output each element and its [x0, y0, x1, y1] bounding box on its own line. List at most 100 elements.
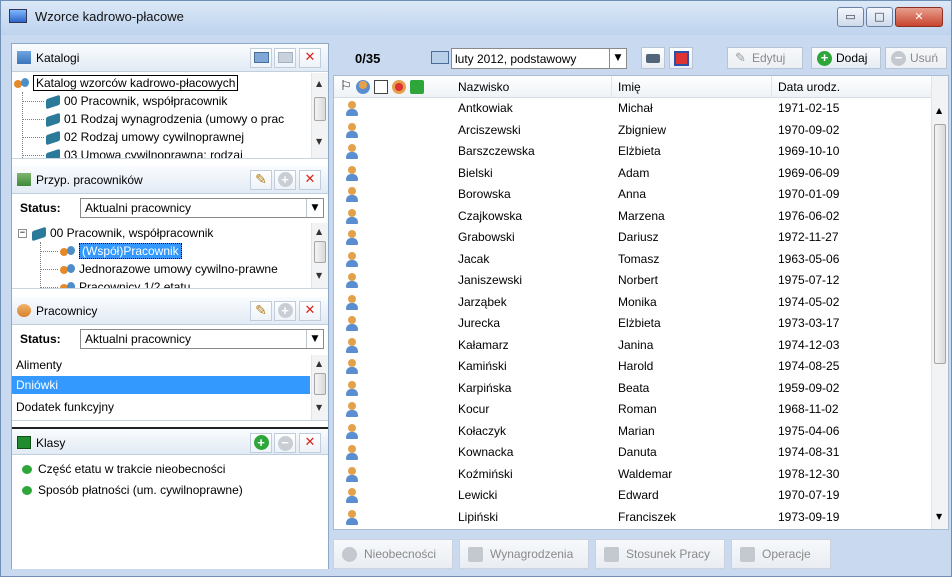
pracownicy-status-select[interactable]: Aktualni pracownicy ▼ [80, 329, 324, 349]
tree-root[interactable]: 00 Pracownik, współpracownik [32, 224, 213, 242]
employees-grid[interactable]: ⚐ Nazwisko Imię Data urodz. Antkowiak Mic… [333, 75, 949, 530]
cell-surname: Jarząbek [458, 294, 507, 309]
katalogi-tree[interactable]: Katalog wzorców kadrowo-płacowych 00 Pra… [12, 73, 328, 159]
chevron-down-icon[interactable]: ▼ [609, 49, 626, 68]
list-item[interactable]: Dodatek funkcyjny [12, 398, 310, 416]
document-icon[interactable] [374, 80, 388, 94]
tree-item[interactable]: 03 Umowa cywilnoprawna: rodzaj [46, 146, 243, 158]
scroll-down-arrow-icon[interactable]: ▼ [936, 512, 942, 521]
salaries-button[interactable]: Wynagrodzenia [459, 539, 589, 569]
scroll-thumb[interactable] [314, 97, 326, 121]
table-row[interactable]: Kałamarz Janina 1974-12-03 [334, 336, 933, 355]
absences-button[interactable]: Nieobecności [333, 539, 453, 569]
table-row[interactable]: Lipiński Franciszek 1973-09-19 [334, 508, 933, 527]
tree-item[interactable]: 00 Pracownik, współpracownik [46, 92, 227, 110]
table-row[interactable]: Jacak Tomasz 1963-05-06 [334, 250, 933, 269]
export-icon[interactable] [669, 47, 693, 69]
delete-catalog-button[interactable]: ✕ [299, 48, 321, 68]
maximize-button[interactable]: □ [866, 7, 893, 27]
table-row[interactable]: Arciszewski Zbigniew 1970-09-02 [334, 121, 933, 140]
add-plus-icon[interactable]: + [274, 301, 296, 321]
przyp-status-select[interactable]: Aktualni pracownicy ▼ [80, 198, 324, 218]
employment-button[interactable]: Stosunek Pracy [595, 539, 725, 569]
scroll-up-arrow-icon[interactable]: ▲ [936, 106, 942, 115]
close-button[interactable]: ✕ [895, 7, 943, 27]
title-bar[interactable]: Wzorce kadrowo-płacowe ▭ □ ✕ [1, 1, 951, 35]
remove-class-icon[interactable]: − [274, 433, 296, 453]
add-folder-button[interactable] [250, 48, 272, 68]
chevron-down-icon[interactable]: ▼ [306, 330, 323, 348]
scroll-up-arrow-icon[interactable]: ▲ [316, 79, 322, 88]
table-row[interactable]: Jarząbek Monika 1974-05-02 [334, 293, 933, 312]
table-row[interactable]: Kownacka Danuta 1974-08-31 [334, 443, 933, 462]
table-row[interactable]: Kamiński Harold 1974-08-25 [334, 357, 933, 376]
klasy-list[interactable]: Część etatu w trakcie nieobecności Sposó… [12, 457, 328, 569]
minimize-button[interactable]: ▭ [837, 7, 864, 27]
operations-button[interactable]: Operacje [731, 539, 831, 569]
pracownicy-list[interactable]: Alimenty Dniówki Dodatek funkcyjny ▲ ▼ [12, 355, 328, 421]
edit-pencil-icon[interactable]: ✎ [250, 301, 272, 321]
katalogi-scrollbar[interactable]: ▲ ▼ [311, 73, 328, 158]
delete-button[interactable]: ✕ [299, 170, 321, 190]
edit-button[interactable]: ✎ Edytuj [727, 47, 803, 69]
tree-item-selected[interactable]: (Współ)Pracownik [60, 242, 182, 260]
grid-scrollbar[interactable]: ▲ ▼ [931, 76, 948, 529]
table-row[interactable]: Karpińska Beata 1959-09-02 [334, 379, 933, 398]
table-row[interactable]: Barszczewska Elżbieta 1969-10-10 [334, 142, 933, 161]
person-filter-icon[interactable] [356, 80, 370, 94]
scroll-down-arrow-icon[interactable]: ▼ [316, 137, 322, 146]
column-header-surname[interactable]: Nazwisko [452, 76, 612, 98]
scroll-thumb[interactable] [314, 241, 326, 263]
cell-surname: Czajkowska [458, 208, 523, 223]
class-filter-icon[interactable] [410, 80, 424, 94]
printer-icon[interactable] [641, 47, 665, 69]
scroll-down-arrow-icon[interactable]: ▼ [316, 271, 322, 280]
list-item[interactable]: Alimenty [12, 356, 310, 374]
list-item[interactable]: Sposób płatności (um. cywilnoprawne) [22, 483, 243, 497]
chevron-down-icon[interactable]: ▼ [306, 199, 323, 217]
table-row[interactable]: Janiszewski Norbert 1975-07-12 [334, 271, 933, 290]
delete-button[interactable]: ✕ [299, 433, 321, 453]
table-row[interactable]: Kocur Roman 1968-11-02 [334, 400, 933, 419]
pracownicy-scrollbar[interactable]: ▲ ▼ [311, 355, 328, 420]
list-item[interactable]: Część etatu w trakcie nieobecności [22, 462, 225, 476]
tree-item[interactable]: Jednorazowe umowy cywilno-prawne [60, 260, 278, 278]
person-alert-icon[interactable] [392, 80, 406, 94]
period-select[interactable]: luty 2012, podstawowy ▼ [451, 48, 627, 69]
edit-pencil-icon[interactable]: ✎ [250, 170, 272, 190]
remove-button[interactable]: − Usuń [885, 47, 947, 69]
table-row[interactable]: Borowska Anna 1970-01-09 [334, 185, 933, 204]
cell-name: Edward [618, 488, 659, 502]
tree-item[interactable]: Pracownicy 1/2 etatu [60, 278, 190, 288]
przyp-scrollbar[interactable]: ▲ ▼ [311, 223, 328, 288]
tree-item[interactable]: 02 Rodzaj umowy cywilnoprawnej [46, 128, 244, 146]
scroll-up-arrow-icon[interactable]: ▲ [316, 359, 322, 368]
przyp-tree[interactable]: − 00 Pracownik, współpracownik (Współ)Pr… [12, 223, 328, 289]
table-row[interactable]: Antkowiak Michał 1971-02-15 [334, 99, 933, 118]
table-row[interactable]: Czajkowska Marzena 1976-06-02 [334, 207, 933, 226]
flag-icon[interactable]: ⚐ [340, 78, 354, 93]
table-row[interactable]: Grabowski Dariusz 1972-11-27 [334, 228, 933, 247]
edit-folder-button[interactable] [274, 48, 296, 68]
collapse-icon[interactable]: − [18, 229, 27, 238]
delete-button[interactable]: ✕ [299, 301, 321, 321]
add-class-icon[interactable]: + [250, 433, 272, 453]
table-row[interactable]: Bielski Adam 1969-06-09 [334, 164, 933, 183]
table-row[interactable]: Lewicki Edward 1970-07-19 [334, 486, 933, 505]
scroll-thumb[interactable] [314, 373, 326, 395]
cell-name: Beata [618, 380, 650, 395]
tree-root[interactable]: Katalog wzorców kadrowo-płacowych [14, 74, 239, 92]
table-row[interactable]: Koźmiński Waldemar 1978-12-30 [334, 465, 933, 484]
scroll-thumb[interactable] [934, 124, 946, 364]
table-row[interactable]: Jurecka Elżbieta 1973-03-17 [334, 314, 933, 333]
scroll-up-arrow-icon[interactable]: ▲ [316, 227, 322, 236]
tree-item[interactable]: 01 Rodzaj wynagrodzenia (umowy o prac [46, 110, 284, 128]
list-item-selected[interactable]: Dniówki [12, 376, 310, 394]
add-button[interactable]: + Dodaj [811, 47, 881, 69]
column-header-birth[interactable]: Data urodz. [772, 76, 934, 98]
scroll-down-arrow-icon[interactable]: ▼ [316, 403, 322, 412]
add-plus-icon[interactable]: + [274, 170, 296, 190]
column-header-name[interactable]: Imię [612, 76, 772, 98]
klasy-title: Klasy [36, 436, 66, 450]
table-row[interactable]: Kołaczyk Marian 1975-04-06 [334, 422, 933, 441]
